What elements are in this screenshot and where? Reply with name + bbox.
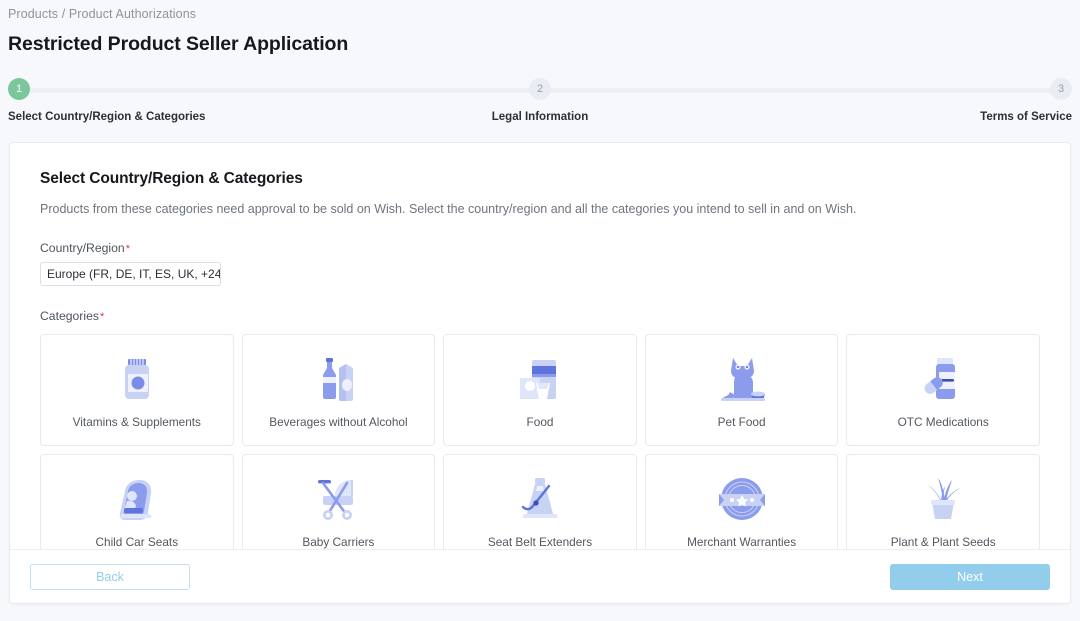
seat-belt-icon bbox=[506, 465, 574, 533]
step-3-number: 3 bbox=[1050, 78, 1072, 100]
category-label: Vitamins & Supplements bbox=[69, 415, 205, 429]
category-label: Child Car Seats bbox=[91, 535, 182, 549]
category-label: Seat Belt Extenders bbox=[484, 535, 596, 549]
progress-stepper: 1 Select Country/Region & Categories 2 L… bbox=[0, 78, 1080, 128]
category-label: Baby Carriers bbox=[298, 535, 378, 549]
potted-plant-icon bbox=[909, 465, 977, 533]
breadcrumb[interactable]: Products / Product Authorizations bbox=[8, 7, 196, 21]
category-card-vitamins-supplements[interactable]: Vitamins & Supplements bbox=[40, 334, 234, 446]
step-3-label: Terms of Service bbox=[980, 111, 1072, 123]
section-description: Products from these categories need appr… bbox=[40, 201, 1040, 218]
category-card-beverages-without-alcohol[interactable]: Beverages without Alcohol bbox=[242, 334, 436, 446]
step-1-number: 1 bbox=[8, 78, 30, 100]
application-card: Select Country/Region & Categories Produ… bbox=[9, 142, 1071, 604]
pill-bottle-icon bbox=[909, 345, 977, 413]
section-title: Select Country/Region & Categories bbox=[40, 170, 1040, 188]
food-package-icon bbox=[506, 345, 574, 413]
country-required-asterisk: * bbox=[126, 243, 130, 255]
bottle-carton-icon bbox=[304, 345, 372, 413]
step-2-label: Legal Information bbox=[492, 111, 588, 123]
category-card-pet-food[interactable]: Pet Food bbox=[645, 334, 839, 446]
back-button[interactable]: Back bbox=[30, 564, 190, 590]
page-title: Restricted Product Seller Application bbox=[8, 33, 348, 56]
country-region-select[interactable]: Europe (FR, DE, IT, ES, UK, +24 m bbox=[40, 262, 221, 286]
car-seat-icon bbox=[103, 465, 171, 533]
warranty-badge-icon bbox=[708, 465, 776, 533]
categories-field-label: Categories* bbox=[40, 309, 1040, 323]
supplement-bottle-icon bbox=[103, 345, 171, 413]
category-label: Merchant Warranties bbox=[683, 535, 800, 549]
categories-grid: Vitamins & Supplements B bbox=[40, 334, 1040, 566]
application-page: Products / Product Authorizations Restri… bbox=[0, 0, 1080, 621]
country-field-label: Country/Region* bbox=[40, 241, 1040, 255]
categories-label-text: Categories bbox=[40, 309, 99, 323]
category-label: Food bbox=[523, 415, 558, 429]
step-2-number: 2 bbox=[529, 78, 551, 100]
country-label-text: Country/Region bbox=[40, 241, 125, 255]
card-footer: Back Next bbox=[10, 549, 1070, 603]
category-label: OTC Medications bbox=[894, 415, 993, 429]
card-body: Select Country/Region & Categories Produ… bbox=[10, 143, 1070, 566]
category-card-food[interactable]: Food bbox=[443, 334, 637, 446]
category-label: Plant & Plant Seeds bbox=[887, 535, 1000, 549]
categories-required-asterisk: * bbox=[100, 311, 104, 323]
category-label: Pet Food bbox=[714, 415, 770, 429]
cat-bowl-icon bbox=[708, 345, 776, 413]
category-card-otc-medications[interactable]: OTC Medications bbox=[846, 334, 1040, 446]
category-label: Beverages without Alcohol bbox=[265, 415, 411, 429]
step-1-label: Select Country/Region & Categories bbox=[8, 111, 205, 123]
stroller-icon bbox=[304, 465, 372, 533]
next-button[interactable]: Next bbox=[890, 564, 1050, 590]
